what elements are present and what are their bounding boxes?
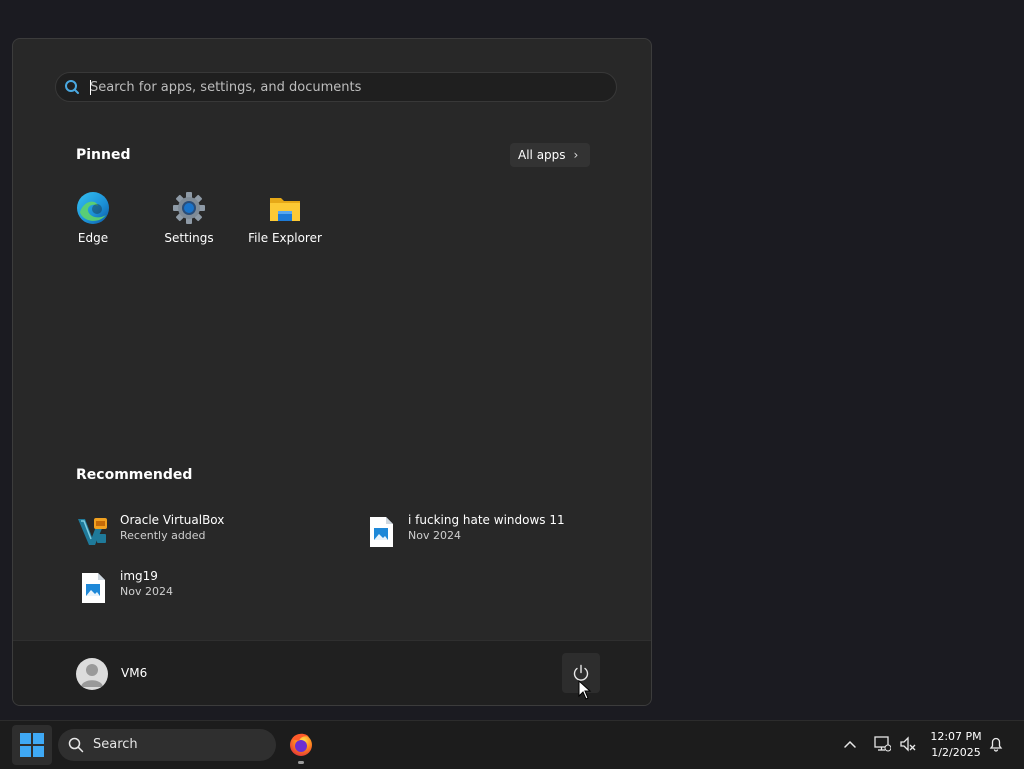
recommended-title: Recommended [76,467,193,483]
clock-date: 1/2/2025 [931,746,981,759]
pinned-app-edge[interactable]: Edge [51,191,135,257]
pinned-app-label: Settings [164,231,214,245]
virtualbox-icon [78,518,107,545]
taskbar-clock[interactable]: 12:07 PM 1/2/2025 [924,729,988,761]
pinned-app-label: File Explorer [248,231,322,245]
search-icon [68,737,84,753]
mouse-cursor-icon [578,680,592,700]
user-avatar[interactable] [76,658,108,690]
taskbar-search-label: Search [93,737,138,752]
pinned-title: Pinned [76,147,131,163]
taskbar-search[interactable]: Search [58,729,276,761]
all-apps-button[interactable]: All apps › [510,143,590,167]
start-menu: Pinned All apps › Edge [12,38,652,706]
recommended-item-name: i fucking hate windows 11 [408,513,565,527]
start-menu-footer: VM6 [13,640,651,705]
text-caret [90,80,91,95]
start-search-box[interactable] [55,72,617,102]
clock-time: 12:07 PM [930,730,982,743]
network-icon[interactable] [873,735,891,753]
image-file-icon [370,517,393,547]
recommended-item-name: Oracle VirtualBox [120,513,225,527]
edge-icon [77,192,109,224]
running-indicator [298,761,304,764]
user-icon [81,664,103,687]
windows-logo-icon [20,733,44,757]
start-button[interactable] [12,725,52,765]
chevron-up-icon[interactable] [843,737,857,751]
pinned-app-settings[interactable]: Settings [147,191,231,257]
recommended-item[interactable]: i fucking hate windows 11 Nov 2024 [364,513,604,553]
start-search-input[interactable] [90,73,590,101]
pinned-app-file-explorer[interactable]: File Explorer [243,191,327,257]
recommended-item-subtitle: Nov 2024 [120,585,173,598]
recommended-item-name: img19 [120,569,158,583]
taskbar: Search 12:07 PM 1/2/2025 [0,720,1024,769]
folder-icon [270,198,300,221]
search-icon [65,80,79,94]
image-file-icon [82,573,105,603]
all-apps-label: All apps [518,148,566,162]
recommended-item-subtitle: Nov 2024 [408,529,461,542]
chevron-right-icon: › [573,148,579,162]
firefox-icon[interactable] [288,731,314,757]
recommended-item[interactable]: Oracle VirtualBox Recently added [76,513,306,553]
recommended-item-subtitle: Recently added [120,529,206,542]
volume-muted-icon[interactable] [899,735,917,753]
user-name[interactable]: VM6 [121,666,147,680]
pinned-app-label: Edge [77,231,109,245]
notification-bell-icon[interactable] [988,736,1004,752]
gear-icon [173,192,205,224]
recommended-item[interactable]: img19 Nov 2024 [76,569,306,609]
